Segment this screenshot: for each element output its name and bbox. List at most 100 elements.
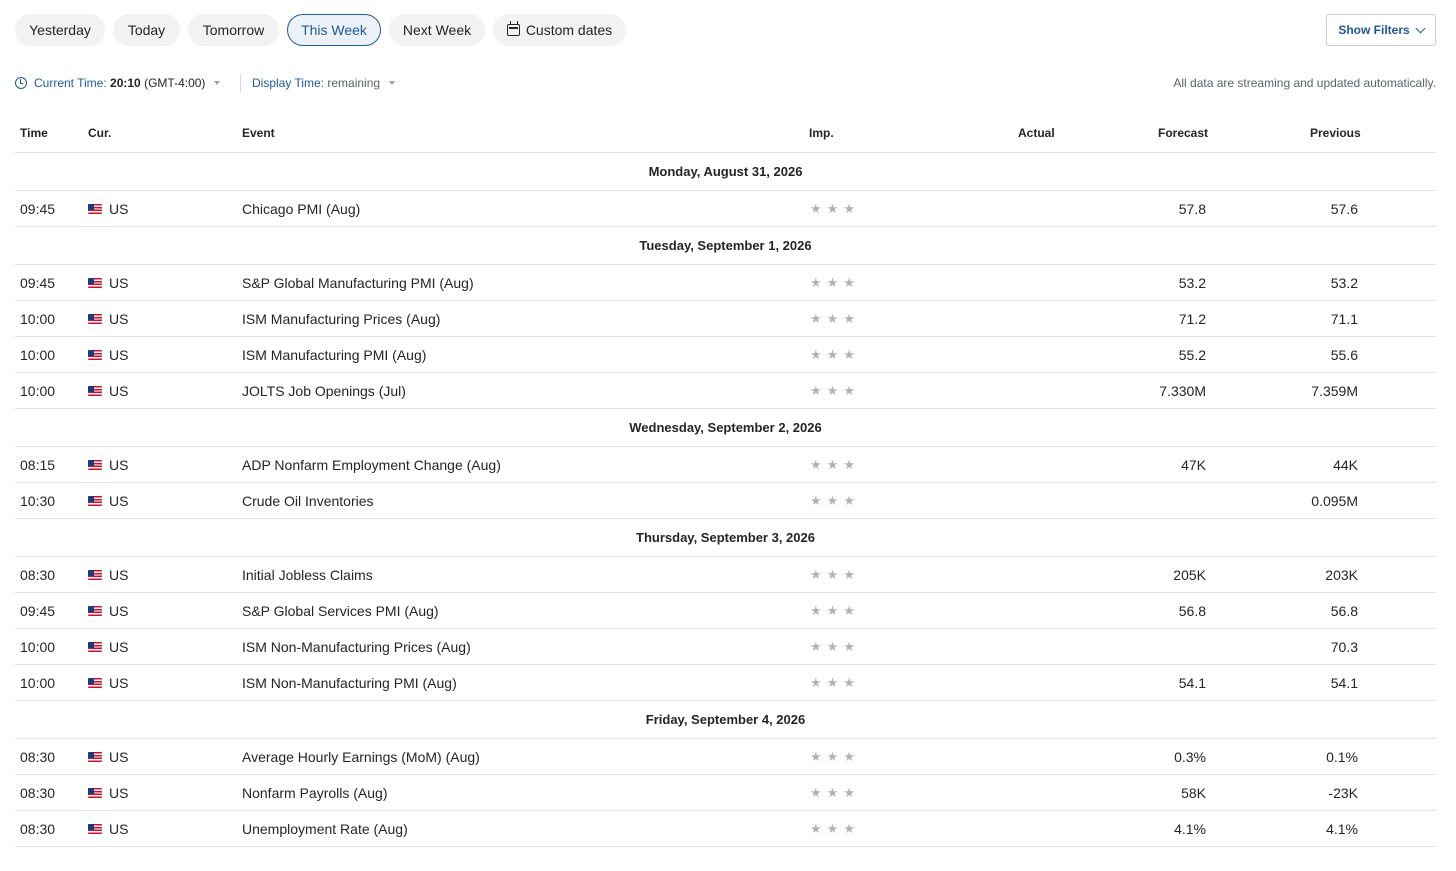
importance-rating: ★ ★ ★ — [810, 593, 855, 629]
event-time: 10:00 — [20, 639, 56, 655]
header-importance[interactable]: Imp. — [809, 126, 834, 140]
event-name-link[interactable]: Average Hourly Earnings (MoM) (Aug) — [242, 739, 480, 775]
flag-graphic — [88, 386, 102, 396]
tab-today[interactable]: Today — [113, 14, 180, 46]
tab-this-week[interactable]: This Week — [287, 14, 381, 46]
event-name-link[interactable]: S&P Global Manufacturing PMI (Aug) — [242, 265, 474, 301]
table-row[interactable]: 10:00 US ISM Manufacturing PMI (Aug) ★ ★ ★ 55.… — [15, 337, 1436, 373]
event-name-link[interactable]: Unemployment Rate (Aug) — [242, 811, 408, 847]
event-name-link[interactable]: ADP Nonfarm Employment Change (Aug) — [242, 447, 501, 483]
actual-value — [975, 373, 1055, 409]
event-name-link[interactable]: ISM Non-Manufacturing PMI (Aug) — [242, 665, 457, 701]
star-icon: ★ — [826, 457, 839, 472]
star-icon: ★ — [826, 311, 839, 326]
header-actual[interactable]: Actual — [1018, 126, 1055, 140]
table-body: Monday, August 31, 2026 09:45 US Chicago PM… — [15, 153, 1436, 847]
event-time: 09:45 — [20, 201, 56, 217]
header-event[interactable]: Event — [242, 126, 275, 140]
header-currency[interactable]: Cur. — [88, 126, 111, 140]
event-name-link[interactable]: Initial Jobless Claims — [242, 557, 373, 593]
currency-code: US — [109, 457, 129, 473]
table-row[interactable]: 08:30 US Nonfarm Payrolls (Aug) ★ ★ ★ 58K -23K — [15, 775, 1436, 811]
actual-value — [975, 665, 1055, 701]
forecast-value: 0.3% — [1174, 749, 1206, 765]
tab-yesterday[interactable]: Yesterday — [15, 14, 105, 46]
flag-graphic — [88, 606, 102, 616]
star-icon: ★ — [810, 639, 822, 654]
star-icon: ★ — [843, 347, 855, 362]
event-time: 10:00 — [20, 675, 56, 691]
importance-rating: ★ ★ ★ — [810, 373, 855, 409]
previous-value: 54.1 — [1330, 675, 1358, 691]
current-time-selector[interactable]: Current Time: 20:10 (GMT-4:00) — [15, 74, 221, 92]
flag-graphic — [88, 314, 102, 324]
star-icon: ★ — [843, 493, 855, 508]
star-icon: ★ — [810, 821, 822, 836]
table-row[interactable]: 10:00 US ISM Manufacturing Prices (Aug) ★ ★ ★… — [15, 301, 1436, 337]
flag-graphic — [88, 824, 102, 834]
event-name-link[interactable]: Crude Oil Inventories — [242, 483, 374, 519]
star-icon: ★ — [810, 603, 822, 618]
forecast-value: 205K — [1173, 567, 1206, 583]
table-row[interactable]: 10:00 US ISM Non-Manufacturing Prices (Aug… — [15, 629, 1436, 665]
table-row[interactable]: 09:45 US Chicago PMI (Aug) ★ ★ ★ 57.8 57.6 — [15, 191, 1436, 227]
table-row[interactable]: 08:30 US Average Hourly Earnings (MoM) (Au… — [15, 739, 1436, 775]
event-time: 08:30 — [20, 785, 56, 801]
table-row[interactable]: 08:15 US ADP Nonfarm Employment Change (Au… — [15, 447, 1436, 483]
star-icon: ★ — [843, 457, 855, 472]
table-row[interactable]: 08:30 US Initial Jobless Claims ★ ★ ★ 205K 203K — [15, 557, 1436, 593]
table-row[interactable]: 09:45 US S&P Global Manufacturing PMI (Aug… — [15, 265, 1436, 301]
us-flag-icon — [88, 642, 102, 652]
importance-rating: ★ ★ ★ — [810, 629, 855, 665]
day-header: Tuesday, September 1, 2026 — [15, 227, 1436, 265]
table-row[interactable]: 09:45 US S&P Global Services PMI (Aug) ★ ★ ★ 5… — [15, 593, 1436, 629]
header-forecast[interactable]: Forecast — [1158, 126, 1208, 140]
event-name-link[interactable]: ISM Manufacturing PMI (Aug) — [242, 337, 426, 373]
importance-rating: ★ ★ ★ — [810, 811, 855, 847]
display-time-selector[interactable]: Display Time: remaining — [252, 74, 396, 92]
tab-tomorrow[interactable]: Tomorrow — [188, 14, 279, 46]
custom-dates-label: Custom dates — [525, 22, 613, 38]
previous-value: 44K — [1333, 457, 1358, 473]
star-icon: ★ — [826, 639, 839, 654]
star-icon: ★ — [810, 749, 822, 764]
table-row[interactable]: 10:30 US Crude Oil Inventories ★ ★ ★ 0.095M — [15, 483, 1436, 519]
star-icon: ★ — [826, 821, 839, 836]
event-name-link[interactable]: ISM Manufacturing Prices (Aug) — [242, 301, 440, 337]
table-row[interactable]: 10:00 US ISM Non-Manufacturing PMI (Aug) ★ ★… — [15, 665, 1436, 701]
tab-custom-dates[interactable]: Custom dates — [493, 14, 626, 46]
header-time[interactable]: Time — [20, 126, 48, 140]
importance-rating: ★ ★ ★ — [810, 665, 855, 701]
table-row[interactable]: 10:00 US JOLTS Job Openings (Jul) ★ ★ ★ 7.330M… — [15, 373, 1436, 409]
event-time: 09:45 — [20, 275, 56, 291]
star-icon: ★ — [810, 347, 822, 362]
us-flag-icon — [88, 460, 102, 470]
event-name-link[interactable]: JOLTS Job Openings (Jul) — [242, 373, 406, 409]
forecast-value: 57.8 — [1178, 201, 1206, 217]
event-name-link[interactable]: Nonfarm Payrolls (Aug) — [242, 775, 388, 811]
day-header: Monday, August 31, 2026 — [15, 153, 1436, 191]
event-name-link[interactable]: Chicago PMI (Aug) — [242, 191, 360, 227]
event-time: 08:30 — [20, 567, 56, 583]
previous-value: 70.3 — [1330, 639, 1358, 655]
flag-graphic — [88, 460, 102, 470]
flag-graphic — [88, 788, 102, 798]
table-row[interactable]: 08:30 US Unemployment Rate (Aug) ★ ★ ★ 4.1% 4.1… — [15, 811, 1436, 847]
show-filters-button[interactable]: Show Filters — [1326, 14, 1436, 46]
forecast-value: 47K — [1181, 457, 1206, 473]
show-filters-label: Show Filters — [1338, 23, 1410, 37]
event-name-link[interactable]: S&P Global Services PMI (Aug) — [242, 593, 439, 629]
star-icon: ★ — [810, 567, 822, 582]
actual-value — [975, 739, 1055, 775]
flag-graphic — [88, 204, 102, 214]
flag-graphic — [88, 570, 102, 580]
star-icon: ★ — [843, 383, 855, 398]
event-name-link[interactable]: ISM Non-Manufacturing Prices (Aug) — [242, 629, 471, 665]
header-previous[interactable]: Previous — [1310, 126, 1361, 140]
currency-code: US — [109, 493, 129, 509]
day-header: Wednesday, September 2, 2026 — [15, 409, 1436, 447]
star-icon: ★ — [843, 567, 855, 582]
importance-rating: ★ ★ ★ — [810, 301, 855, 337]
tab-next-week[interactable]: Next Week — [389, 14, 485, 46]
currency-code: US — [109, 347, 129, 363]
